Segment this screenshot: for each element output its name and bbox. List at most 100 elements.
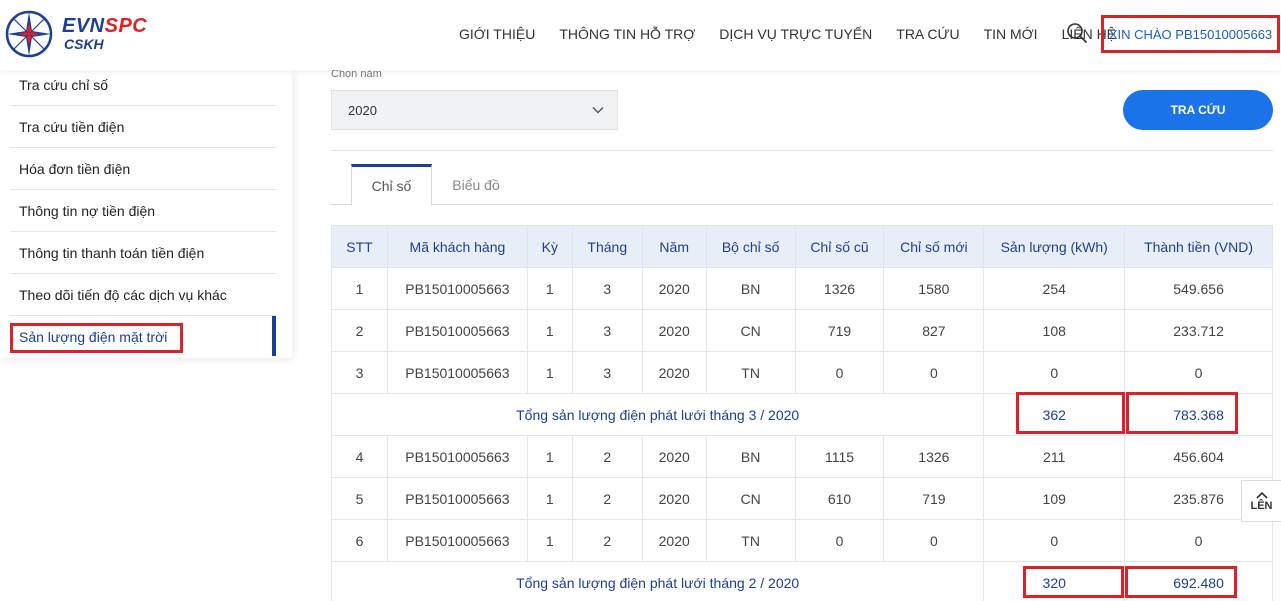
cell-bo-chi-so: BN — [705, 435, 796, 478]
cell-stt: 4 — [331, 435, 388, 478]
col-header-nam: Năm — [641, 225, 707, 268]
brand-name: EVNSPC — [62, 15, 147, 38]
cell-stt: 3 — [331, 351, 388, 394]
cell-nam: 2020 — [641, 477, 707, 520]
back-to-top-button[interactable]: LÊN — [1241, 480, 1281, 522]
col-header-san-luong: Sản lượng (kWh) — [983, 225, 1126, 268]
col-header-ma-khach-hang: Mã khách hàng — [386, 225, 528, 268]
cell-chi-so-cu: 0 — [794, 519, 885, 562]
cell-chi-so-moi: 1326 — [883, 435, 985, 478]
cell-ma-khach-hang: PB15010005663 — [386, 267, 528, 310]
cell-chi-so-moi: 0 — [883, 351, 985, 394]
cell-thang: 3 — [571, 309, 643, 352]
cell-chi-so-cu: 1115 — [794, 435, 885, 478]
nav-item-thong-tin-ho-tro[interactable]: THÔNG TIN HỖ TRỢ — [547, 26, 707, 42]
table-row: 6 PB15010005663 1 2 2020 TN 0 0 0 0 — [331, 519, 1273, 562]
cell-bo-chi-so: CN — [705, 309, 796, 352]
sidebar-item-tra-cuu-tien-dien[interactable]: Tra cứu tiền điện — [10, 106, 276, 148]
cell-thang: 3 — [571, 351, 643, 394]
sidebar-active-indicator — [272, 316, 276, 356]
sidebar-item-hoa-don-tien-dien[interactable]: Hóa đơn tiền điện — [10, 148, 276, 190]
evn-logo-icon — [5, 10, 53, 58]
nav-item-tra-cuu[interactable]: TRA CỨU — [884, 26, 971, 42]
col-header-stt: STT — [331, 225, 388, 268]
cell-san-luong: 254 — [983, 267, 1126, 310]
chevron-up-icon — [1255, 491, 1268, 499]
tab-bieu-do[interactable]: Biểu đồ — [439, 164, 513, 205]
cell-nam: 2020 — [641, 435, 707, 478]
col-header-chi-so-cu: Chỉ số cũ — [794, 225, 885, 268]
logo[interactable]: EVNSPC CSKH — [4, 9, 164, 59]
cell-thang: 2 — [571, 435, 643, 478]
cell-chi-so-cu: 1326 — [794, 267, 885, 310]
site-header: EVNSPC CSKH GIỚI THIỆU THÔNG TIN HỖ TRỢ … — [0, 0, 1281, 70]
cell-ma-khach-hang: PB15010005663 — [386, 351, 528, 394]
sidebar-highlight-box — [10, 323, 183, 353]
col-header-bo-chi-so: Bộ chỉ số — [705, 225, 796, 268]
sidebar-item-thong-tin-no[interactable]: Thông tin nợ tiền điện — [10, 190, 276, 232]
brand-name-a: EVN — [62, 15, 105, 37]
search-button[interactable]: TRA CỨU — [1123, 90, 1273, 130]
cell-ky: 1 — [526, 267, 573, 310]
nav-item-dich-vu-truc-tuyen[interactable]: DỊCH VỤ TRỰC TUYẾN — [707, 26, 884, 42]
cell-thanh-tien: 0 — [1124, 519, 1273, 562]
cell-thanh-tien: 549.656 — [1124, 267, 1273, 310]
brand-sub: CSKH — [64, 36, 104, 52]
table-row: 2 PB15010005663 1 3 2020 CN 719 827 108 … — [331, 309, 1273, 352]
user-greeting-highlight: XIN CHÀO PB15010005663 — [1101, 15, 1280, 53]
kwh-total-highlight — [1016, 392, 1125, 434]
cell-chi-so-cu: 610 — [794, 477, 885, 520]
sidebar-item-theo-doi-tien-do[interactable]: Theo dõi tiến độ các dịch vụ khác — [10, 274, 276, 316]
cell-chi-so-cu: 0 — [794, 351, 885, 394]
chevron-down-icon — [592, 107, 604, 114]
cell-chi-so-moi: 719 — [883, 477, 985, 520]
col-header-chi-so-moi: Chỉ số mới — [883, 225, 985, 268]
cell-thanh-tien: 0 — [1124, 351, 1273, 394]
cell-stt: 6 — [331, 519, 388, 562]
main-nav: GIỚI THIỆU THÔNG TIN HỖ TRỢ DỊCH VỤ TRỰC… — [447, 0, 1128, 68]
cell-ky: 1 — [526, 519, 573, 562]
cell-ky: 1 — [526, 309, 573, 352]
cell-ma-khach-hang: PB15010005663 — [386, 477, 528, 520]
amount-total-highlight — [1125, 566, 1237, 598]
cell-bo-chi-so: TN — [705, 351, 796, 394]
search-icon[interactable] — [1066, 22, 1088, 44]
cell-nam: 2020 — [641, 309, 707, 352]
cell-san-luong: 0 — [983, 351, 1126, 394]
cell-ky: 1 — [526, 435, 573, 478]
col-header-thanh-tien: Thành tiền (VND) — [1124, 225, 1273, 268]
cell-ma-khach-hang: PB15010005663 — [386, 309, 528, 352]
amount-total-highlight — [1126, 392, 1238, 434]
col-header-ky: Kỳ — [526, 225, 573, 268]
table-row: 4 PB15010005663 1 2 2020 BN 1115 1326 21… — [331, 435, 1273, 478]
sidebar-item-thong-tin-thanh-toan[interactable]: Thông tin thanh toán tiền điện — [10, 232, 276, 274]
cell-nam: 2020 — [641, 267, 707, 310]
cell-stt: 2 — [331, 309, 388, 352]
summary-label: Tổng sản lượng điện phát lưới tháng 3 / … — [330, 393, 985, 436]
cell-san-luong: 108 — [983, 309, 1126, 352]
tab-chi-so[interactable]: Chỉ số — [351, 164, 432, 206]
cell-san-luong: 0 — [983, 519, 1126, 562]
cell-ky: 1 — [526, 351, 573, 394]
nav-item-gioi-thieu[interactable]: GIỚI THIỆU — [447, 26, 547, 42]
cell-bo-chi-so: CN — [705, 477, 796, 520]
year-select[interactable]: 2020 — [331, 90, 618, 130]
tab-bar: Chỉ số Biểu đồ — [331, 164, 1273, 206]
kwh-total-highlight — [1023, 566, 1124, 598]
cell-san-luong: 109 — [983, 477, 1126, 520]
nav-item-tin-moi[interactable]: TIN MỚI — [972, 26, 1050, 42]
cell-chi-so-moi: 1580 — [883, 267, 985, 310]
summary-label: Tổng sản lượng điện phát lưới tháng 2 / … — [330, 561, 985, 601]
cell-ky: 1 — [526, 477, 573, 520]
cell-thang: 2 — [571, 519, 643, 562]
sidebar-item-tra-cuu-chi-so[interactable]: Tra cứu chỉ số — [10, 64, 276, 106]
user-greeting[interactable]: XIN CHÀO PB15010005663 — [1109, 27, 1272, 42]
cell-thang: 2 — [571, 477, 643, 520]
col-header-thang: Tháng — [571, 225, 643, 268]
cell-stt: 5 — [331, 477, 388, 520]
table-header-row: STT Mã khách hàng Kỳ Tháng Năm Bộ chỉ số… — [331, 225, 1273, 268]
cell-bo-chi-so: BN — [705, 267, 796, 310]
cell-stt: 1 — [331, 267, 388, 310]
cell-bo-chi-so: TN — [705, 519, 796, 562]
cell-ma-khach-hang: PB15010005663 — [386, 435, 528, 478]
